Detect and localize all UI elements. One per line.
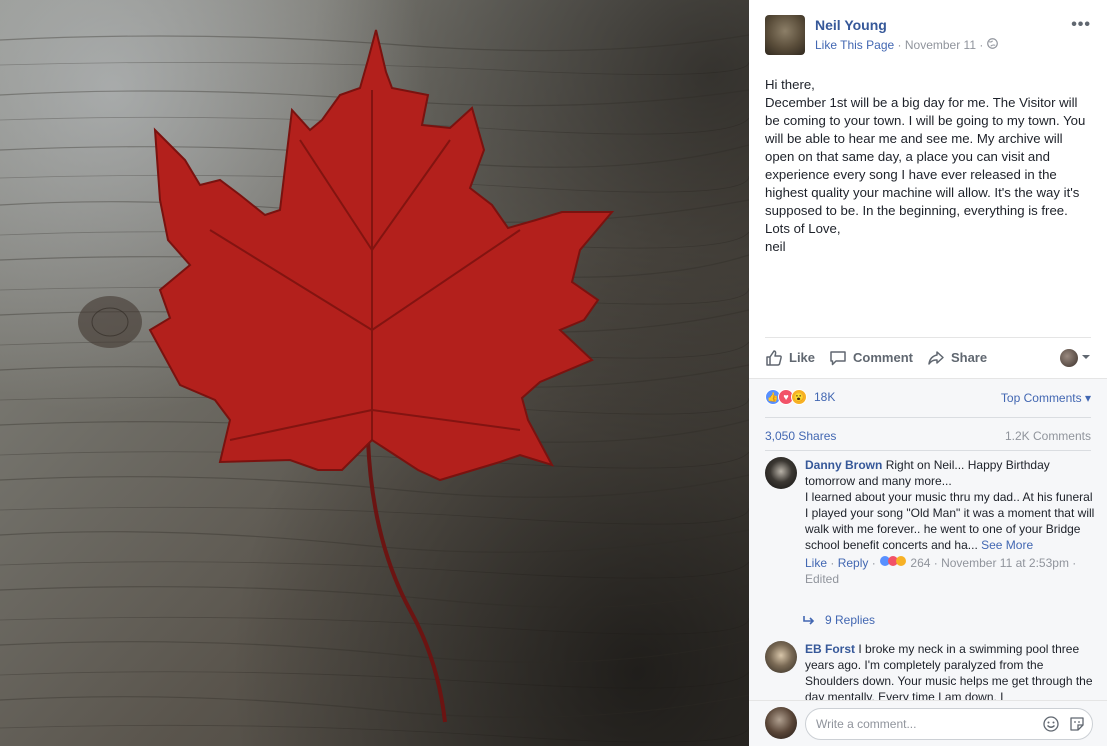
share-label: Share <box>950 350 988 365</box>
meta-separator: · <box>897 38 902 52</box>
view-replies-link[interactable]: 9 Replies <box>803 613 875 627</box>
feedback-section: 👍 ♥ 😮 18K Top Comments ▾ 3,050 Shares 1.… <box>749 378 1107 746</box>
maple-leaf <box>148 29 615 482</box>
comment-body: EB Forst I broke my neck in a swimming p… <box>805 641 1095 705</box>
shares-count[interactable]: 3,050 Shares <box>765 429 836 450</box>
top-comments-label: Top Comments <box>1000 391 1082 405</box>
replies-count: 9 Replies <box>825 613 876 627</box>
like-page-link[interactable]: Like This Page <box>815 38 894 52</box>
page-name[interactable]: Neil Young <box>815 17 887 33</box>
comment-reactions-icon <box>879 556 910 570</box>
like-button[interactable]: Like <box>765 349 815 367</box>
comment-time[interactable]: November 11 at 2:53pm <box>941 556 1069 570</box>
composer-icons <box>1033 716 1085 737</box>
commenter-avatar[interactable] <box>765 641 797 673</box>
comment-body: Danny Brown Right on Neil... Happy Birth… <box>805 457 1095 587</box>
more-options-icon[interactable]: ••• <box>1071 16 1091 34</box>
chevron-down-icon <box>1081 349 1091 367</box>
maple-leaf-photo <box>0 29 749 743</box>
page-avatar[interactable] <box>765 15 805 55</box>
comments-count[interactable]: 1.2K Comments <box>1005 429 1091 450</box>
see-more-link[interactable]: See More <box>981 538 1033 552</box>
post-actions-bar: Like Comment Share <box>765 337 1091 377</box>
comment-author[interactable]: EB Forst <box>805 642 855 656</box>
post-line-closing: Lots of Love, <box>765 221 841 236</box>
comment-author[interactable]: Danny Brown <box>805 458 882 472</box>
post-text: Hi there, December 1st will be a big day… <box>765 76 1095 256</box>
actor-selector[interactable] <box>1060 348 1091 367</box>
post-side-panel: Neil Young Like This Page · November 11 … <box>749 0 1107 746</box>
commenter-avatar[interactable] <box>765 457 797 489</box>
post-line-greeting: Hi there, <box>765 77 815 92</box>
reactions-summary[interactable]: 👍 ♥ 😮 18K <box>765 389 835 405</box>
emoji-icon[interactable] <box>1043 716 1059 737</box>
wow-reaction-icon: 😮 <box>791 389 807 405</box>
comment-text-2: I learned about your music thru my dad..… <box>805 490 1095 552</box>
comment-composer <box>749 700 1107 746</box>
caret-down-icon: ▾ <box>1084 391 1091 405</box>
reaction-count: 18K <box>814 390 836 404</box>
post-date[interactable]: November 11 <box>905 38 976 52</box>
meta-separator-2: · <box>979 38 984 52</box>
share-button[interactable]: Share <box>927 349 987 367</box>
like-label: Like <box>789 350 816 365</box>
comment-icon <box>830 350 846 365</box>
comment-edited[interactable]: Edited <box>805 572 839 586</box>
shares-comments-row: 3,050 Shares 1.2K Comments <box>765 417 1091 451</box>
post-photo[interactable] <box>0 0 749 746</box>
comment-reaction-count[interactable]: 264 <box>910 556 930 570</box>
sticker-icon[interactable] <box>1069 716 1085 737</box>
globe-icon <box>986 38 998 52</box>
comment-like-link[interactable]: Like <box>805 556 827 570</box>
current-user-avatar <box>765 707 797 739</box>
share-arrow-icon <box>928 350 944 365</box>
post-line-body: December 1st will be a big day for me. T… <box>765 95 1086 218</box>
reply-arrow-icon <box>803 616 815 625</box>
post-meta: Like This Page · November 11 · <box>815 38 998 52</box>
comment-button[interactable]: Comment <box>829 349 913 367</box>
comment-label: Comment <box>853 350 913 365</box>
post-line-signature: neil <box>765 239 786 254</box>
comment-meta: Like · Reply · 264 · November 11 at 2:53… <box>805 556 1077 586</box>
wood-knot <box>78 296 142 348</box>
leaf-stem <box>366 439 447 723</box>
comment-reply-link[interactable]: Reply <box>838 556 869 570</box>
actor-avatar <box>1060 348 1078 367</box>
thumbs-up-icon <box>766 349 782 366</box>
top-comments-dropdown[interactable]: Top Comments ▾ <box>1001 391 1091 405</box>
